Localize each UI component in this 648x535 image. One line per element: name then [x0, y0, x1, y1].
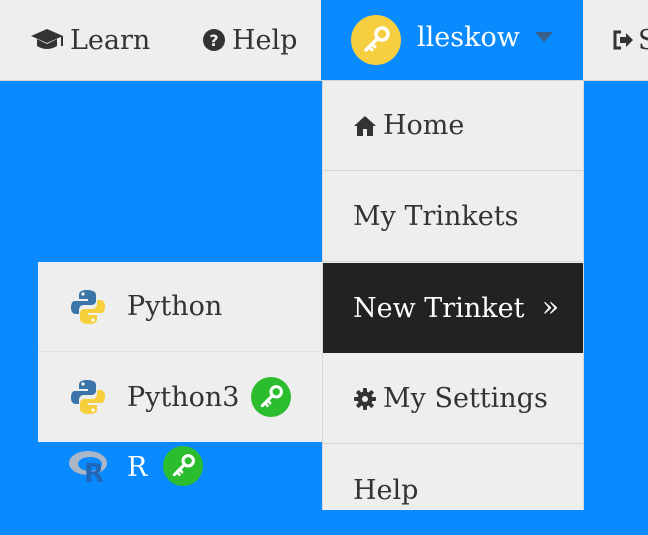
menu-item-my-settings[interactable]: My Settings [323, 354, 583, 444]
avatar [351, 15, 401, 65]
submenu-item-python[interactable]: Python [38, 262, 322, 352]
r-logo-icon: R [68, 448, 110, 484]
menu-item-home[interactable]: Home [323, 81, 583, 171]
menu-item-new-trinket[interactable]: New Trinket » [323, 263, 583, 353]
submenu-item-python3[interactable]: Python3 [38, 352, 322, 442]
submenu-item-label: Python3 [127, 381, 240, 413]
menu-item-label: Home [383, 110, 465, 141]
submenu-item-r[interactable]: R R [38, 442, 322, 510]
submenu-item-label: R [127, 452, 148, 483]
new-trinket-submenu: Python Python3 R R [38, 262, 322, 510]
key-icon [251, 377, 291, 417]
svg-text:?: ? [209, 31, 218, 50]
top-navbar: Learn ? Help lleskow S [0, 0, 648, 81]
nav-signout-label: S [638, 24, 648, 56]
user-menu-toggle[interactable]: lleskow [321, 0, 583, 80]
python-logo-icon [68, 287, 108, 327]
sign-out-icon [612, 29, 634, 51]
home-icon [353, 115, 377, 137]
svg-text:R: R [84, 459, 104, 484]
nav-help-label: Help [232, 24, 298, 56]
menu-item-help[interactable]: Help [323, 445, 583, 535]
caret-down-icon [534, 31, 554, 43]
menu-item-label: Help [353, 474, 419, 506]
menu-item-label: My Trinkets [353, 201, 519, 232]
username: lleskow [417, 22, 520, 53]
menu-item-label: My Settings [383, 383, 548, 414]
key-icon [163, 446, 203, 486]
menu-item-label: New Trinket [353, 292, 525, 324]
python-logo-icon [68, 377, 108, 417]
question-circle-icon: ? [202, 28, 226, 52]
nav-learn[interactable]: Learn [30, 0, 150, 80]
nav-learn-label: Learn [70, 24, 151, 56]
graduation-cap-icon [30, 27, 64, 53]
nav-help[interactable]: ? Help [202, 0, 297, 80]
submenu-item-label: Python [127, 291, 223, 322]
menu-item-my-trinkets[interactable]: My Trinkets [323, 172, 583, 262]
gear-icon [353, 387, 377, 411]
user-dropdown-menu: Home My Trinkets New Trinket » My Settin… [322, 81, 584, 510]
submenu-arrow: » [541, 290, 559, 323]
key-icon [361, 25, 391, 55]
nav-signout[interactable]: S [612, 0, 648, 80]
